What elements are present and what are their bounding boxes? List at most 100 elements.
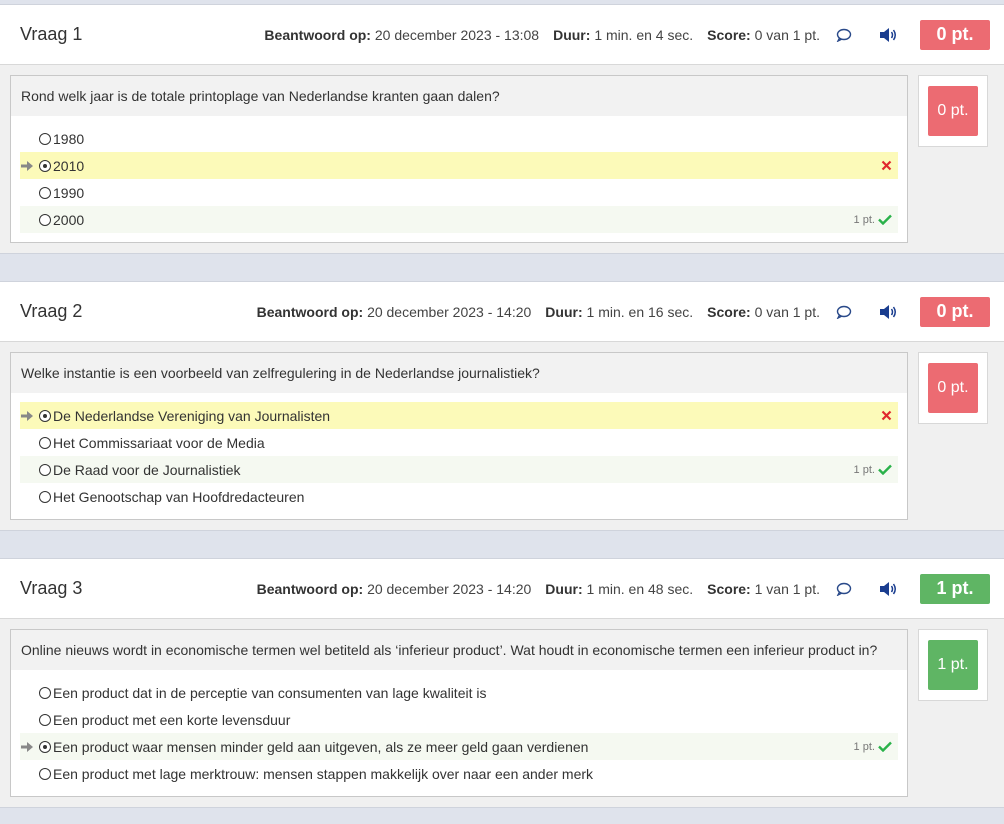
score-badge[interactable]: 1 pt.: [920, 573, 990, 604]
answer-card: Online nieuws wordt in economische terme…: [10, 629, 908, 797]
answer-list: De Nederlandse Vereniging van Journalist…: [11, 393, 907, 519]
question-body: Rond welk jaar is de totale printoplage …: [0, 65, 1004, 253]
question-prompt: Welke instantie is een voorbeeld van zel…: [11, 353, 907, 393]
radio-button[interactable]: [39, 740, 51, 753]
side-score-badge: 0 pt.: [928, 86, 978, 136]
speaker-icon[interactable]: [878, 27, 898, 43]
points-label: 1 pt.: [853, 463, 875, 476]
answer-option-correct[interactable]: De Raad voor de Journalistiek 1 pt.: [20, 456, 898, 483]
duration-value: 1 min. en 16 sec.: [586, 303, 694, 320]
comment-icon[interactable]: [836, 305, 852, 319]
radio-button[interactable]: [39, 767, 51, 780]
answer-option[interactable]: Een product dat in de perceptie van cons…: [20, 679, 898, 706]
score-label: Score:: [707, 580, 751, 597]
radio-button[interactable]: [39, 490, 51, 503]
question-prompt: Online nieuws wordt in economische terme…: [11, 630, 907, 670]
duration: Duur: 1 min. en 16 sec.: [545, 304, 693, 320]
score-badge[interactable]: 0 pt.: [920, 296, 990, 327]
side-score-panel: 0 pt.: [918, 352, 988, 424]
radio-button[interactable]: [39, 713, 51, 726]
radio-button[interactable]: [39, 686, 51, 699]
score-value: 0 van 1 pt.: [754, 26, 820, 43]
check-icon: [878, 741, 892, 752]
answer-label: Een product met lage merktrouw: mensen s…: [53, 765, 594, 782]
answered-on-label: Beantwoord op:: [256, 303, 364, 320]
score: Score: 1 van 1 pt.: [707, 581, 820, 597]
radio-button[interactable]: [39, 213, 51, 226]
answer-list: Een product dat in de perceptie van cons…: [11, 670, 907, 796]
question-header: Vraag 3 Beantwoord op: 20 december 2023 …: [0, 559, 1004, 619]
radio-button[interactable]: [39, 436, 51, 449]
radio-button[interactable]: [39, 159, 51, 172]
question-meta: Beantwoord op: 20 december 2023 - 14:20 …: [243, 296, 990, 327]
points-indicator: 1 pt.: [854, 206, 892, 233]
question-header: Vraag 1 Beantwoord op: 20 december 2023 …: [0, 5, 1004, 65]
score: Score: 0 van 1 pt.: [707, 304, 820, 320]
answer-label: Een product waar mensen minder geld aan …: [53, 738, 589, 755]
speaker-icon[interactable]: [878, 581, 898, 597]
question-prompt: Rond welk jaar is de totale printoplage …: [11, 76, 907, 116]
comment-icon[interactable]: [836, 582, 852, 596]
question-3: Vraag 3 Beantwoord op: 20 december 2023 …: [0, 558, 1004, 808]
answer-option[interactable]: 1980: [20, 125, 898, 152]
answer-card: Welke instantie is een voorbeeld van zel…: [10, 352, 908, 520]
duration: Duur: 1 min. en 48 sec.: [545, 581, 693, 597]
answer-option-selected-wrong[interactable]: De Nederlandse Vereniging van Journalist…: [20, 402, 898, 429]
answer-label: Het Genootschap van Hoofdredacteuren: [53, 488, 305, 505]
arrow-right-icon: [20, 160, 39, 172]
duration-value: 1 min. en 48 sec.: [586, 580, 694, 597]
points-indicator: 1 pt.: [854, 456, 892, 483]
duration: Duur: 1 min. en 4 sec.: [553, 27, 693, 43]
radio-button[interactable]: [39, 186, 51, 199]
answer-label: Een product dat in de perceptie van cons…: [53, 684, 487, 701]
check-icon: [878, 464, 892, 475]
answer-option[interactable]: Een product met lage merktrouw: mensen s…: [20, 760, 898, 787]
radio-button[interactable]: [39, 132, 51, 145]
answer-option[interactable]: 1990: [20, 179, 898, 206]
answer-label: 1990: [53, 184, 85, 201]
answer-option[interactable]: Het Commissariaat voor de Media: [20, 429, 898, 456]
question-1: Vraag 1 Beantwoord op: 20 december 2023 …: [0, 4, 1004, 254]
score-value: 0 van 1 pt.: [754, 303, 820, 320]
points-label: 1 pt.: [853, 213, 875, 226]
score-label: Score:: [707, 303, 751, 320]
score-badge[interactable]: 0 pt.: [920, 19, 990, 50]
comment-icon[interactable]: [836, 28, 852, 42]
answer-option[interactable]: Het Genootschap van Hoofdredacteuren: [20, 483, 898, 510]
answered-on-label: Beantwoord op:: [256, 580, 364, 597]
question-body: Online nieuws wordt in economische terme…: [0, 619, 1004, 807]
answered-on-value: 20 december 2023 - 14:20: [367, 303, 532, 320]
answer-list: 1980 2010 1990 2000 1 pt.: [11, 116, 907, 242]
answer-label: 1980: [53, 130, 85, 147]
radio-button[interactable]: [39, 463, 51, 476]
answer-option-selected-wrong[interactable]: 2010: [20, 152, 898, 179]
answer-label: Het Commissariaat voor de Media: [53, 434, 265, 451]
score-label: Score:: [707, 26, 751, 43]
question-meta: Beantwoord op: 20 december 2023 - 13:08 …: [250, 19, 990, 50]
duration-label: Duur:: [545, 580, 583, 597]
answered-on: Beantwoord op: 20 december 2023 - 14:20: [257, 581, 532, 597]
answered-on: Beantwoord op: 20 december 2023 - 13:08: [264, 27, 539, 43]
answer-card: Rond welk jaar is de totale printoplage …: [10, 75, 908, 243]
cross-icon: [881, 402, 892, 429]
answer-option-selected-correct[interactable]: Een product waar mensen minder geld aan …: [20, 733, 898, 760]
answer-option-correct[interactable]: 2000 1 pt.: [20, 206, 898, 233]
arrow-right-icon: [20, 410, 39, 422]
question-body: Welke instantie is een voorbeeld van zel…: [0, 342, 1004, 530]
answered-on-value: 20 december 2023 - 13:08: [374, 26, 540, 43]
answered-on: Beantwoord op: 20 december 2023 - 14:20: [257, 304, 532, 320]
points-label: 1 pt.: [853, 740, 875, 753]
answer-label: De Raad voor de Journalistiek: [53, 461, 241, 478]
points-indicator: 1 pt.: [854, 733, 892, 760]
check-icon: [878, 214, 892, 225]
duration-label: Duur:: [553, 26, 591, 43]
question-title: Vraag 1: [20, 24, 83, 44]
radio-button[interactable]: [39, 409, 51, 422]
answer-option[interactable]: Een product met een korte levensduur: [20, 706, 898, 733]
question-2: Vraag 2 Beantwoord op: 20 december 2023 …: [0, 281, 1004, 531]
side-score-panel: 0 pt.: [918, 75, 988, 147]
duration-value: 1 min. en 4 sec.: [594, 26, 694, 43]
side-score-panel: 1 pt.: [918, 629, 988, 701]
answer-label: Een product met een korte levensduur: [53, 711, 291, 728]
speaker-icon[interactable]: [878, 304, 898, 320]
